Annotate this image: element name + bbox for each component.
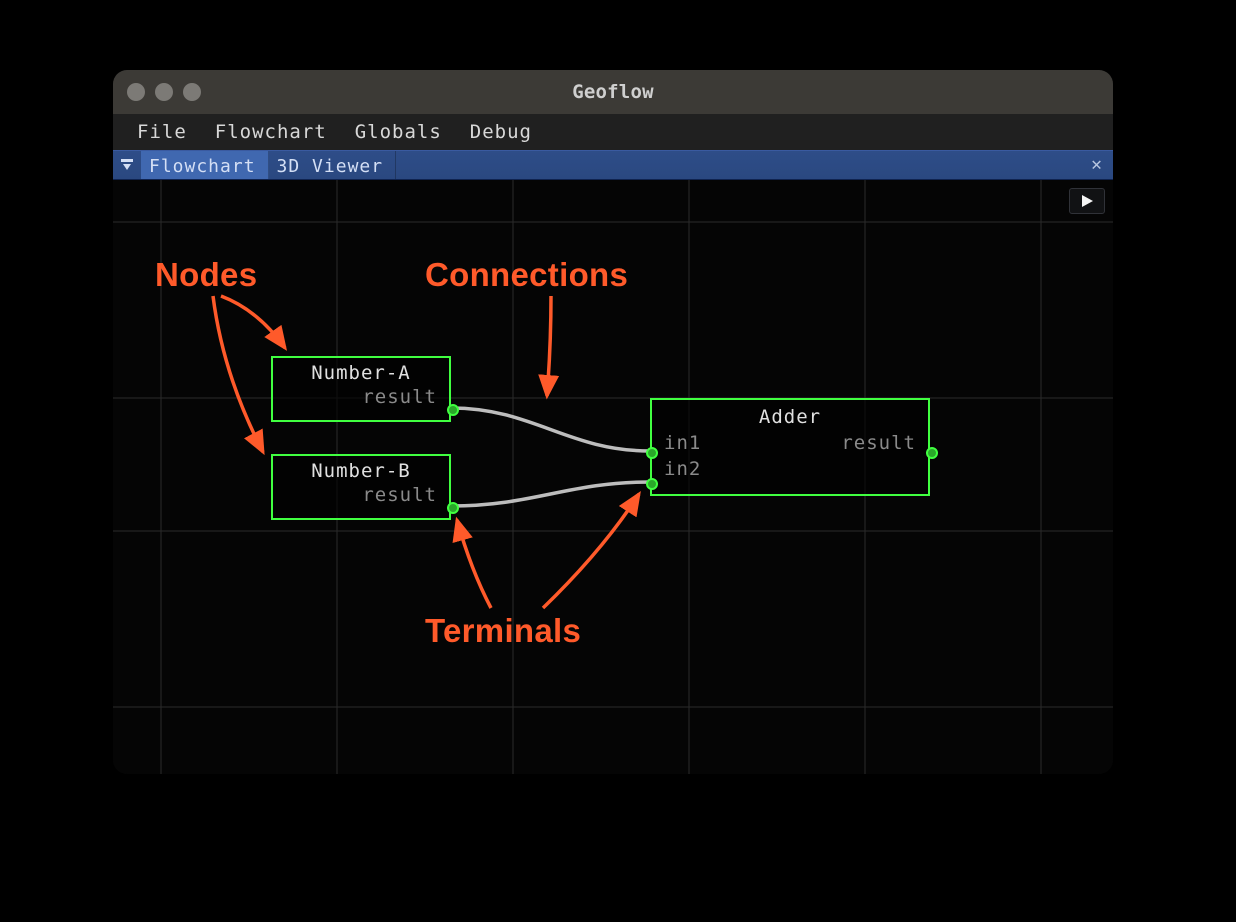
terminal-out[interactable] <box>447 502 459 514</box>
app-window: Geoflow File Flowchart Globals Debug Flo… <box>113 70 1113 774</box>
annotation-connections: Connections <box>425 256 628 294</box>
flowchart-canvas[interactable]: Number-A result Number-B result Adder in… <box>113 180 1113 774</box>
terminal-in2[interactable] <box>646 478 658 490</box>
port-out-label: result <box>841 432 916 454</box>
tab-3d-viewer[interactable]: 3D Viewer <box>269 151 397 179</box>
port-out-label: result <box>273 384 449 414</box>
tabbar: Flowchart 3D Viewer ✕ <box>113 150 1113 180</box>
node-number-b[interactable]: Number-B result <box>271 454 451 520</box>
traffic-lights <box>127 83 201 101</box>
tab-label: 3D Viewer <box>277 156 384 177</box>
port-in1-label: in1 <box>664 432 701 454</box>
traffic-light-zoom[interactable] <box>183 83 201 101</box>
port-in2-label: in2 <box>664 458 701 480</box>
collapse-icon[interactable] <box>113 151 141 179</box>
menu-globals[interactable]: Globals <box>355 121 442 143</box>
traffic-light-close[interactable] <box>127 83 145 101</box>
annotation-nodes: Nodes <box>155 256 257 294</box>
titlebar: Geoflow <box>113 70 1113 114</box>
window-title: Geoflow <box>113 81 1113 103</box>
node-title: Number-B <box>273 456 449 482</box>
node-title: Number-A <box>273 358 449 384</box>
menu-file[interactable]: File <box>137 121 187 143</box>
node-adder[interactable]: Adder in1 result in2 <box>650 398 930 496</box>
tab-flowchart[interactable]: Flowchart <box>141 151 269 179</box>
terminal-in1[interactable] <box>646 447 658 459</box>
close-icon[interactable]: ✕ <box>1091 156 1103 174</box>
play-icon <box>1080 194 1094 208</box>
terminal-out[interactable] <box>447 404 459 416</box>
menubar: File Flowchart Globals Debug <box>113 114 1113 150</box>
port-out-label: result <box>273 482 449 512</box>
menu-debug[interactable]: Debug <box>470 121 532 143</box>
menu-flowchart[interactable]: Flowchart <box>215 121 327 143</box>
traffic-light-minimize[interactable] <box>155 83 173 101</box>
tab-label: Flowchart <box>149 156 256 177</box>
node-title: Adder <box>652 400 928 430</box>
annotation-terminals: Terminals <box>425 612 581 650</box>
play-button[interactable] <box>1069 188 1105 214</box>
node-number-a[interactable]: Number-A result <box>271 356 451 422</box>
terminal-out[interactable] <box>926 447 938 459</box>
